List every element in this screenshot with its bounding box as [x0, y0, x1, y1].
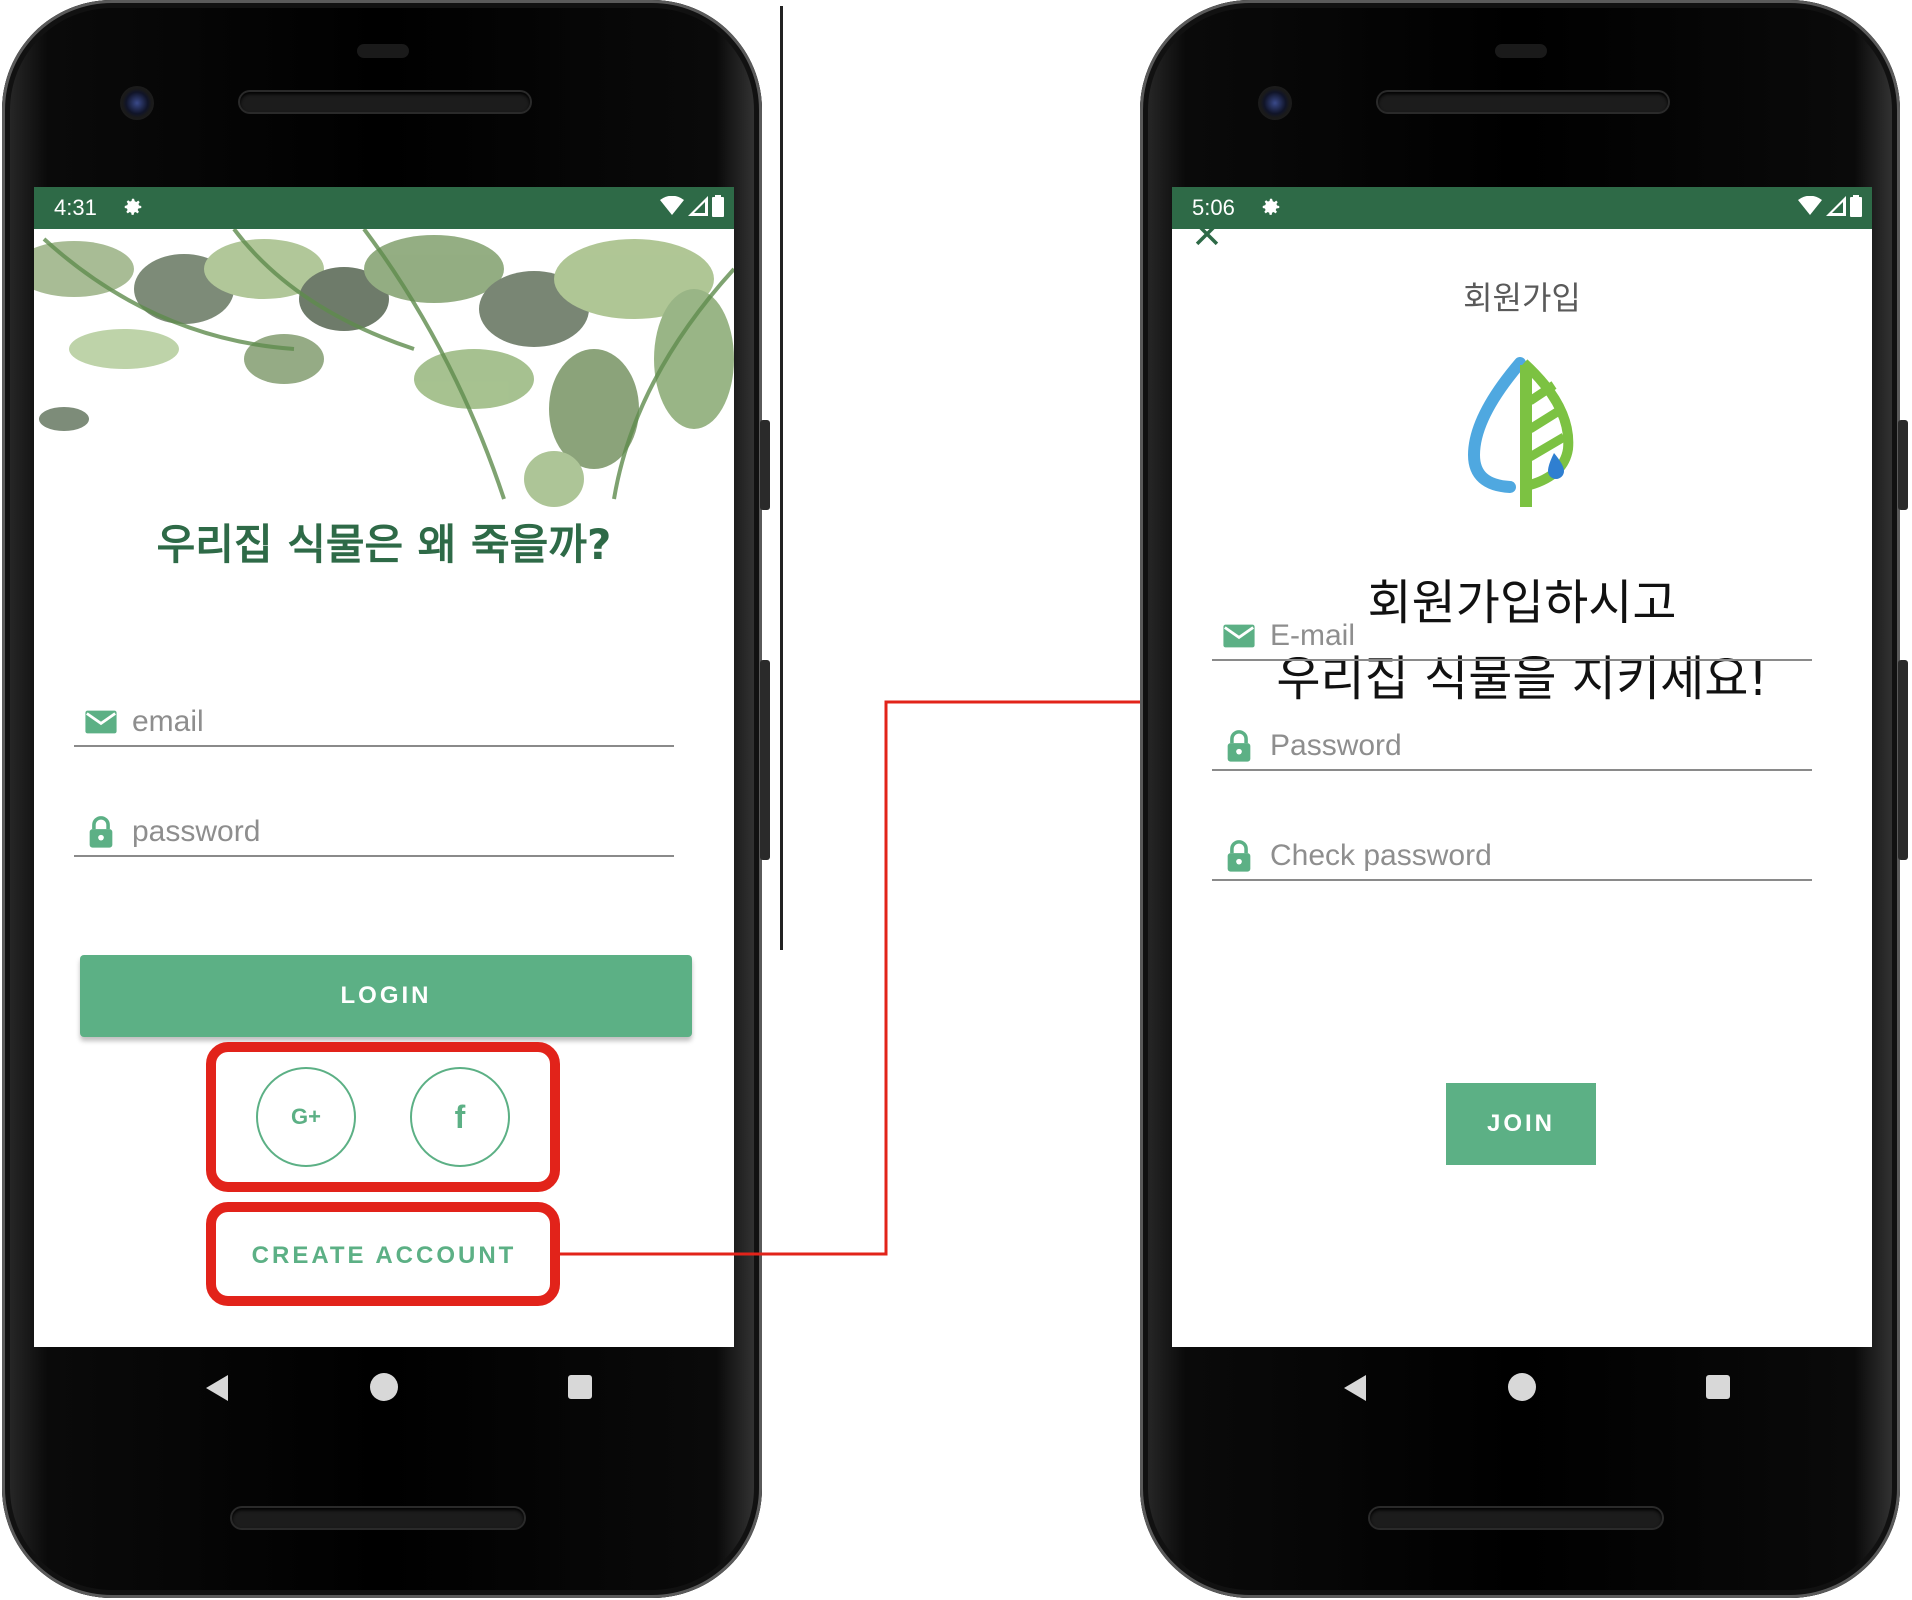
top-notch [1495, 44, 1547, 58]
social-login-highlight [206, 1042, 560, 1192]
password-field[interactable]: password [74, 813, 674, 857]
close-icon[interactable] [1190, 217, 1224, 251]
top-speaker [1378, 92, 1668, 112]
top-speaker [240, 92, 530, 112]
navigation-bar [34, 1347, 734, 1431]
wifi-icon [1798, 196, 1822, 215]
phone-frame-login: 4:31 우리집 식물은 왜 죽을까? email password LOGIN… [2, 0, 770, 1598]
power-button [760, 420, 770, 510]
phone-frame-signup: 5:06 회원가입 회원가입하시고 우리집 식물을 지키세요! E-mail P… [1140, 0, 1908, 1598]
signup-screen: 5:06 회원가입 회원가입하시고 우리집 식물을 지키세요! E-mail P… [1172, 187, 1872, 1347]
lock-icon [89, 816, 113, 848]
home-icon[interactable] [1508, 1373, 1536, 1401]
status-icons [660, 195, 724, 217]
front-camera [1258, 86, 1292, 120]
password-placeholder: password [132, 815, 261, 848]
status-icons [1798, 195, 1862, 217]
volume-button [1898, 660, 1908, 860]
recents-icon[interactable] [1706, 1375, 1730, 1399]
gear-icon [1262, 198, 1280, 215]
email-field[interactable]: E-mail [1212, 617, 1812, 661]
status-bar: 4:31 [34, 187, 734, 229]
mail-icon [85, 710, 117, 734]
status-time: 4:31 [54, 195, 97, 220]
recents-icon[interactable] [568, 1375, 592, 1399]
tagline: 우리집 식물은 왜 죽을까? [156, 520, 612, 569]
leaf-drop-logo [1468, 357, 1574, 507]
bottom-speaker [1370, 1508, 1662, 1528]
power-button [1898, 420, 1908, 510]
volume-button [760, 660, 770, 860]
signal-icon [1826, 196, 1846, 216]
battery-icon [712, 195, 724, 217]
join-button[interactable]: JOIN [1446, 1083, 1596, 1165]
email-placeholder: E-mail [1270, 619, 1356, 652]
mail-icon [1223, 624, 1255, 648]
password-field[interactable]: Password [1212, 727, 1812, 771]
wifi-icon [660, 196, 684, 215]
front-camera [120, 86, 154, 120]
top-notch [357, 44, 409, 58]
check-password-placeholder: Check password [1270, 839, 1492, 872]
check-password-field[interactable]: Check password [1212, 837, 1812, 881]
navigation-bar [1172, 1347, 1872, 1431]
divider-line [780, 6, 783, 950]
lock-icon [1227, 840, 1251, 872]
back-icon[interactable] [204, 1373, 230, 1403]
signal-icon [688, 196, 708, 216]
email-placeholder: email [132, 705, 204, 738]
email-field[interactable]: email [74, 703, 674, 747]
back-icon[interactable] [1342, 1373, 1368, 1403]
login-button[interactable]: LOGIN [80, 955, 692, 1037]
bottom-speaker [232, 1508, 524, 1528]
password-placeholder: Password [1270, 729, 1402, 762]
battery-icon [1850, 195, 1862, 217]
status-bar: 5:06 [1172, 187, 1872, 229]
home-icon[interactable] [370, 1373, 398, 1401]
create-account-highlight [206, 1202, 560, 1306]
gear-icon [124, 198, 142, 215]
lock-icon [1227, 730, 1251, 762]
page-title: 회원가입 [1463, 279, 1581, 317]
leaf-banner-image [34, 229, 734, 507]
